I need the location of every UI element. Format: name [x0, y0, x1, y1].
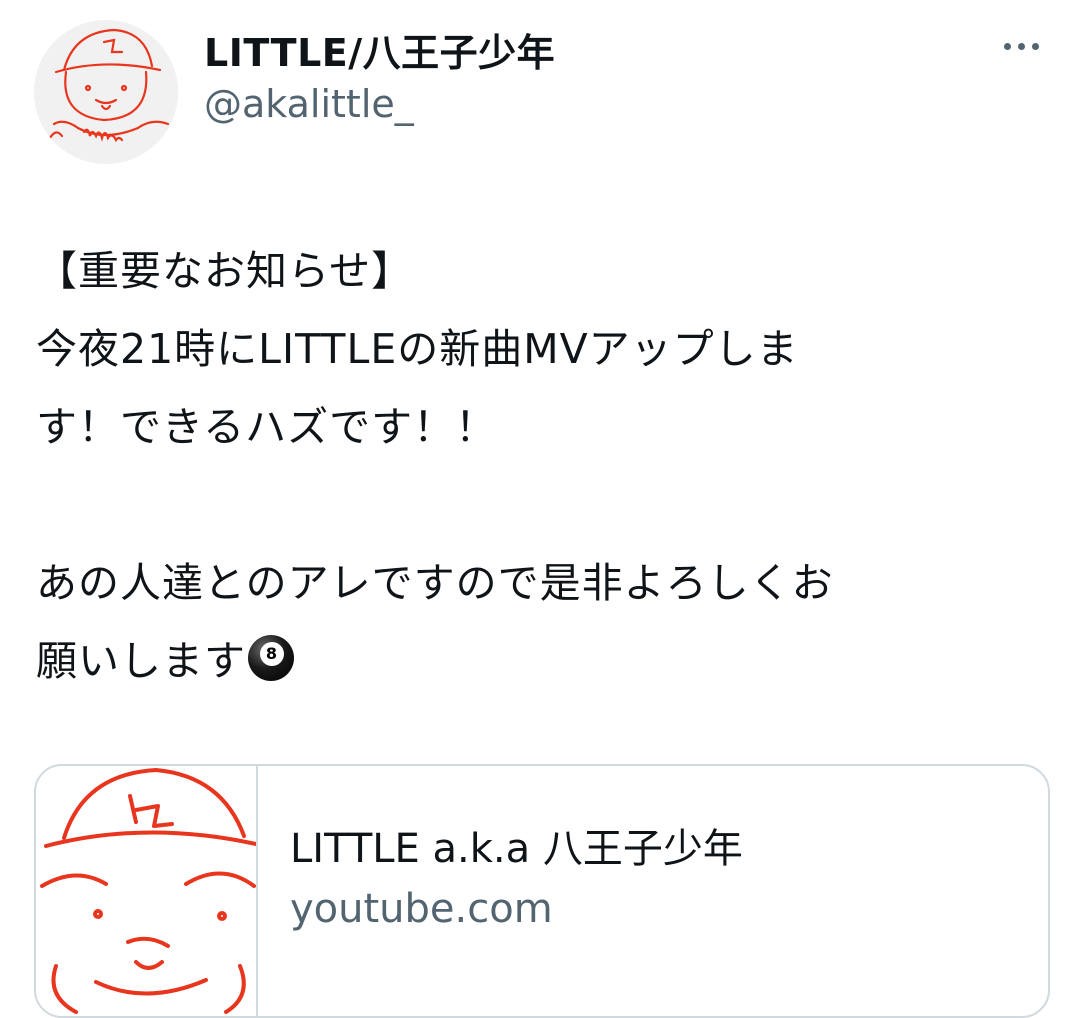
card-title[interactable]: LITTLE a.k.a 八王子少年	[290, 816, 743, 874]
tweet-line-with-emoji: 願いします 8	[36, 622, 1046, 700]
tweet-line: 今夜21時にLITTLEの新曲MVアップしま	[36, 325, 799, 373]
tweet-text: 【重要なお知らせ】 今夜21時にLITTLEの新曲MVアップしま す！できるハズ…	[36, 232, 1046, 700]
tweet-header: LITTLE/八王子少年 @akalittle_	[0, 0, 1080, 164]
card-domain[interactable]: youtube.com	[290, 886, 553, 932]
avatar[interactable]	[34, 20, 178, 164]
link-preview-card[interactable]: LITTLE a.k.a 八王子少年 youtube.com	[34, 764, 1050, 1018]
display-name[interactable]: LITTLE/八王子少年	[204, 22, 555, 77]
eightball-label: 8	[260, 642, 284, 666]
line-break	[36, 466, 1046, 544]
user-handle[interactable]: @akalittle_	[204, 82, 414, 126]
pool-8-ball-icon: 8	[248, 635, 294, 681]
tweet-line: す！できるハズです！！	[36, 403, 498, 451]
thumbnail-sketch-drawing	[40, 768, 256, 1014]
more-horizontal-icon[interactable]	[992, 28, 1050, 64]
avatar-sketch-drawing	[34, 20, 178, 164]
tweet-line: 願いします	[36, 637, 246, 685]
tweet-line: 【重要なお知らせ】	[36, 247, 414, 295]
card-thumbnail	[36, 766, 258, 1016]
tweet-line: あの人達とのアレですので是非よろしくお	[36, 559, 834, 607]
